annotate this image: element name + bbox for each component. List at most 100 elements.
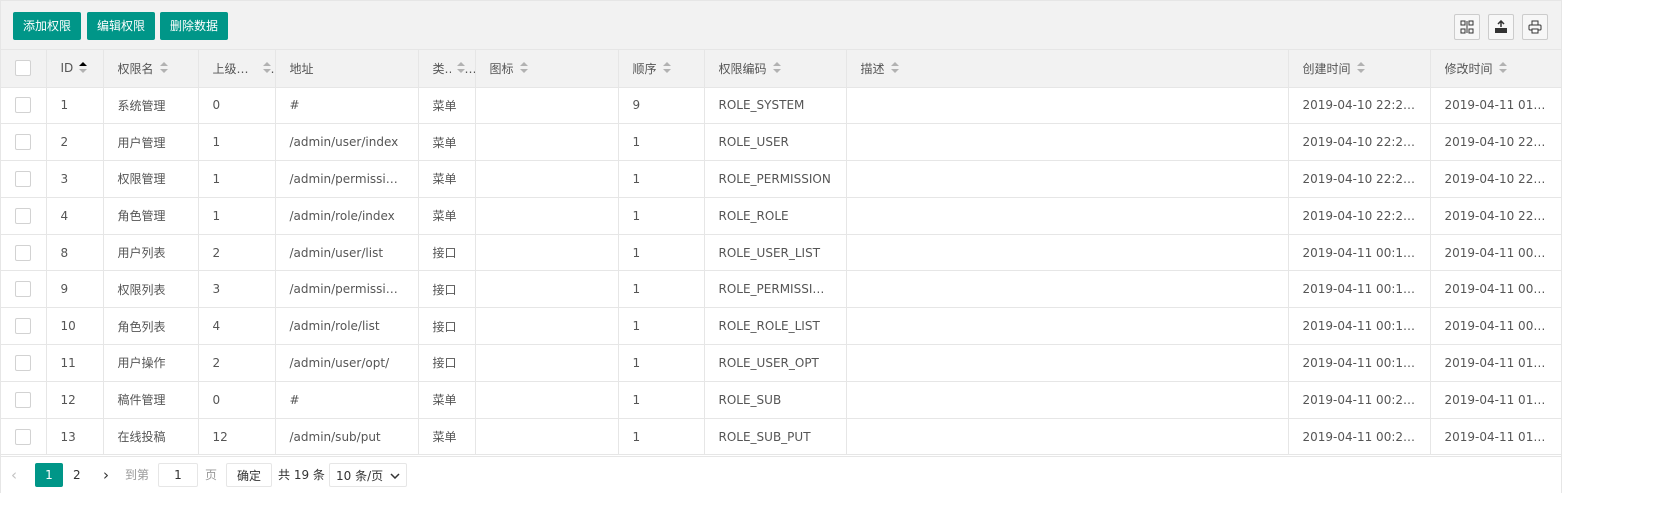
row-select-cell[interactable]	[1, 307, 47, 346]
table-row[interactable]: 11 用户操作 2/admin/user/opt/接口 1 ROLE_USER_OPT 2…	[1, 344, 1561, 382]
row-checkbox[interactable]	[15, 318, 32, 335]
select-all-checkbox[interactable]	[15, 60, 32, 77]
sort-icon[interactable]	[772, 62, 781, 74]
table-cell: 在线投稿	[103, 418, 199, 456]
table-row[interactable]: 9 权限列表 3/admin/permission/list 接口 1 ROLE_PERM…	[1, 270, 1561, 309]
table-cell: /admin/sub/put	[275, 418, 419, 456]
sort-icon[interactable]	[262, 62, 271, 74]
column-header-7[interactable]: 顺序	[618, 50, 705, 88]
column-header-4[interactable]: 地址	[275, 50, 419, 88]
table-cell: 2	[198, 234, 276, 272]
row-checkbox[interactable]	[15, 428, 32, 445]
table-cell: 2019-04-11 01:34:05	[1430, 418, 1561, 456]
column-header-8[interactable]: 权限编码	[704, 50, 847, 88]
row-select-cell[interactable]	[1, 160, 47, 198]
add-permission-button[interactable]: 添加权限	[13, 12, 82, 40]
table-cell: 用户管理	[103, 123, 199, 162]
permission-table: ID 权限名上级权限 地址类型图标顺序权限编码 描述创建时间修改时间 1系统管理0#菜…	[1, 50, 1561, 456]
column-header-10[interactable]: 创建时间	[1288, 50, 1431, 88]
print-icon[interactable]	[1522, 14, 1548, 40]
table-cell: 2019-04-11 00:13:05	[1288, 270, 1431, 309]
row-select-cell[interactable]	[1, 123, 47, 162]
table-cell: 用户操作	[103, 344, 199, 382]
table-cell: 角色列表	[103, 307, 199, 346]
table-row[interactable]: 10 角色列表 4/admin/role/list 接口 1 ROLE_ROLE_LIST…	[1, 307, 1561, 346]
table-cell: ROLE_USER_LIST	[704, 234, 847, 272]
row-checkbox[interactable]	[15, 97, 32, 114]
table-row[interactable]: 12 稿件管理 0 # 菜单 1 ROLE_SUB 2019-04-11 00:21:19 20…	[1, 381, 1561, 419]
row-checkbox[interactable]	[15, 207, 32, 224]
table-cell	[846, 344, 1289, 382]
table-cell: 2019-04-11 00:22:48	[1288, 418, 1431, 456]
row-select-cell[interactable]	[1, 234, 47, 272]
page-2-button[interactable]: 2	[73, 463, 81, 487]
columns-icon[interactable]	[1454, 14, 1480, 40]
row-checkbox[interactable]	[15, 134, 32, 151]
table-body: 1 系统管理 0 # 菜单 9 ROLE_SYSTEM 2019-04-10 22:28:05…	[1, 87, 1561, 456]
column-header-1[interactable]: ID	[46, 50, 104, 88]
table-cell: 接口	[418, 307, 476, 346]
sort-icon[interactable]	[159, 62, 168, 74]
table-cell: 1	[618, 307, 705, 346]
row-select-cell[interactable]	[1, 87, 47, 125]
table-cell: 1	[618, 381, 705, 419]
sort-icon[interactable]	[1498, 62, 1507, 74]
table-cell: 角色管理	[103, 197, 199, 235]
page-1-button[interactable]: 1	[35, 463, 63, 487]
row-select-cell[interactable]	[1, 270, 47, 309]
table-cell: 8	[46, 234, 104, 272]
row-select-cell[interactable]	[1, 418, 47, 456]
row-checkbox[interactable]	[15, 170, 32, 187]
table-cell: 菜单	[418, 87, 476, 125]
table-cell: /admin/user/list	[275, 234, 419, 272]
goto-page-input[interactable]	[158, 463, 198, 487]
page-size-select[interactable]: 10 条/页	[329, 463, 407, 487]
delete-data-button[interactable]: 删除数据	[160, 12, 229, 40]
chevron-right-icon[interactable]: ›	[103, 463, 109, 487]
table-row[interactable]: 2 用户管理 1/admin/user/index 菜单 1 ROLE_USER 2019-…	[1, 123, 1561, 162]
row-select-cell[interactable]	[1, 344, 47, 382]
table-cell: 1	[618, 234, 705, 272]
export-icon[interactable]	[1488, 14, 1514, 40]
column-header-label: ID	[60, 61, 74, 76]
table-row[interactable]: 13 在线投稿 12/admin/sub/put 菜单 1 ROLE_SUB_PUT 201…	[1, 418, 1561, 456]
table-cell	[846, 270, 1289, 309]
edit-permission-button[interactable]: 编辑权限	[87, 12, 156, 40]
column-header-2[interactable]: 权限名	[103, 50, 199, 88]
column-header-label: 权限编码	[718, 61, 767, 76]
table-cell: 2	[46, 123, 104, 162]
row-select-cell[interactable]	[1, 381, 47, 419]
column-header-5[interactable]: 类型	[418, 50, 476, 88]
table-row[interactable]: 4 角色管理 1/admin/role/index 菜单 1 ROLE_ROLE 2019-…	[1, 197, 1561, 235]
sort-icon[interactable]	[519, 62, 528, 74]
table-row[interactable]: 1 系统管理 0 # 菜单 9 ROLE_SYSTEM 2019-04-10 22:28:05…	[1, 87, 1561, 125]
table-cell	[475, 87, 619, 125]
sort-icon[interactable]	[456, 62, 465, 74]
row-checkbox[interactable]	[15, 281, 32, 298]
chevron-left-icon[interactable]: ‹	[11, 463, 17, 487]
table-row[interactable]: 3 权限管理 1/admin/permission/i... 菜单 1 ROLE_PERM…	[1, 160, 1561, 198]
column-header-6[interactable]: 图标	[475, 50, 619, 88]
table-cell: 菜单	[418, 123, 476, 162]
table-cell: 用户列表	[103, 234, 199, 272]
column-header-9[interactable]: 描述	[846, 50, 1289, 88]
table-cell: 1	[618, 270, 705, 309]
table-cell: 2019-04-10 22:28:05	[1288, 87, 1431, 125]
column-header-label: 上级权限	[212, 61, 257, 76]
row-checkbox[interactable]	[15, 354, 32, 371]
sort-icon[interactable]	[890, 62, 899, 74]
sort-icon[interactable]	[79, 62, 88, 74]
table-row[interactable]: 8 用户列表 2/admin/user/list 接口 1 ROLE_USER_LIST 2…	[1, 234, 1561, 272]
row-checkbox[interactable]	[15, 391, 32, 408]
sort-icon[interactable]	[662, 62, 671, 74]
row-checkbox[interactable]	[15, 244, 32, 261]
row-select-cell[interactable]	[1, 197, 47, 235]
table-cell: 1	[618, 197, 705, 235]
column-header-3[interactable]: 上级权限	[198, 50, 276, 88]
select-all-cell[interactable]	[1, 50, 47, 88]
column-header-11[interactable]: 修改时间	[1430, 50, 1561, 88]
confirm-goto-button[interactable]: 确定	[226, 463, 273, 487]
column-header-label: 修改时间	[1444, 61, 1493, 76]
sort-icon[interactable]	[1356, 62, 1365, 74]
table-cell: 2019-04-11 00:13:42	[1430, 270, 1561, 309]
